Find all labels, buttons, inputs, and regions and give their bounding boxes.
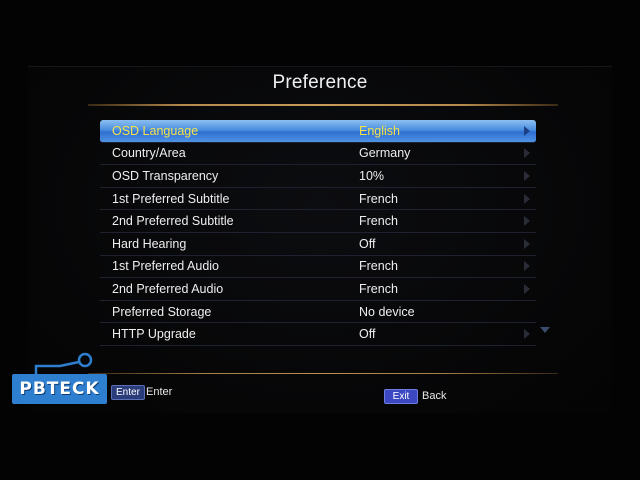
- menu-row-value: French: [359, 281, 398, 296]
- chevron-right-icon: [524, 216, 530, 227]
- chevron-right-icon: [524, 148, 530, 159]
- menu-row-label: OSD Language: [112, 123, 199, 138]
- title-divider: [88, 104, 558, 106]
- menu-row-preferred-storage[interactable]: Preferred Storage No device: [100, 301, 536, 324]
- menu-row-value: English: [359, 123, 400, 138]
- menu-row-value: French: [359, 191, 398, 206]
- enter-hint-label: Enter: [146, 386, 173, 398]
- menu-row-label: HTTP Upgrade: [112, 327, 196, 342]
- chevron-right-icon: [524, 193, 530, 204]
- footer-divider: [88, 373, 558, 374]
- menu-row-value: French: [359, 259, 398, 274]
- menu-row-http-upgrade[interactable]: HTTP Upgrade Off: [100, 323, 536, 346]
- menu-row-label: 2nd Preferred Audio: [112, 281, 224, 296]
- chevron-right-icon: [524, 170, 530, 181]
- menu-row-osd-transparency[interactable]: OSD Transparency 10%: [100, 165, 536, 188]
- menu-row-1st-preferred-audio[interactable]: 1st Preferred Audio French: [100, 256, 536, 279]
- menu-row-label: 1st Preferred Audio: [112, 259, 220, 274]
- menu-row-osd-language[interactable]: OSD Language English: [100, 120, 536, 143]
- menu-row-value: 10%: [359, 168, 385, 183]
- back-hint-label: Back: [422, 390, 447, 402]
- chevron-right-icon: [524, 329, 530, 340]
- scroll-down-icon[interactable]: [540, 327, 550, 333]
- enter-key-icon: Enter: [111, 385, 145, 400]
- menu-row-label: 1st Preferred Subtitle: [112, 191, 230, 206]
- menu-row-label: Preferred Storage: [112, 304, 212, 319]
- watermark-logo: PBTECK: [12, 374, 107, 404]
- menu-row-value: Off: [359, 327, 376, 342]
- menu-row-label: OSD Transparency: [112, 168, 219, 183]
- menu-row-value: Off: [359, 236, 376, 251]
- menu-row-label: Hard Hearing: [112, 236, 187, 251]
- page-title: Preference: [272, 72, 368, 93]
- menu-row-1st-preferred-subtitle[interactable]: 1st Preferred Subtitle French: [100, 188, 536, 211]
- menu-row-value: Germany: [359, 146, 411, 161]
- menu-row-country-area[interactable]: Country/Area Germany: [100, 143, 536, 166]
- menu-row-value: French: [359, 214, 398, 229]
- menu-row-hard-hearing[interactable]: Hard Hearing Off: [100, 233, 536, 256]
- exit-key-icon: Exit: [384, 389, 418, 404]
- menu-row-label: 2nd Preferred Subtitle: [112, 214, 234, 229]
- chevron-right-icon: [524, 125, 530, 136]
- menu-row-value: No device: [359, 304, 415, 319]
- menu-row-2nd-preferred-subtitle[interactable]: 2nd Preferred Subtitle French: [100, 210, 536, 233]
- menu-row-2nd-preferred-audio[interactable]: 2nd Preferred Audio French: [100, 278, 536, 301]
- chevron-right-icon: [524, 283, 530, 294]
- menu-row-label: Country/Area: [112, 146, 186, 161]
- chevron-right-icon: [524, 261, 530, 272]
- chevron-right-icon: [524, 238, 530, 249]
- preference-menu: OSD Language English Country/Area German…: [100, 120, 536, 346]
